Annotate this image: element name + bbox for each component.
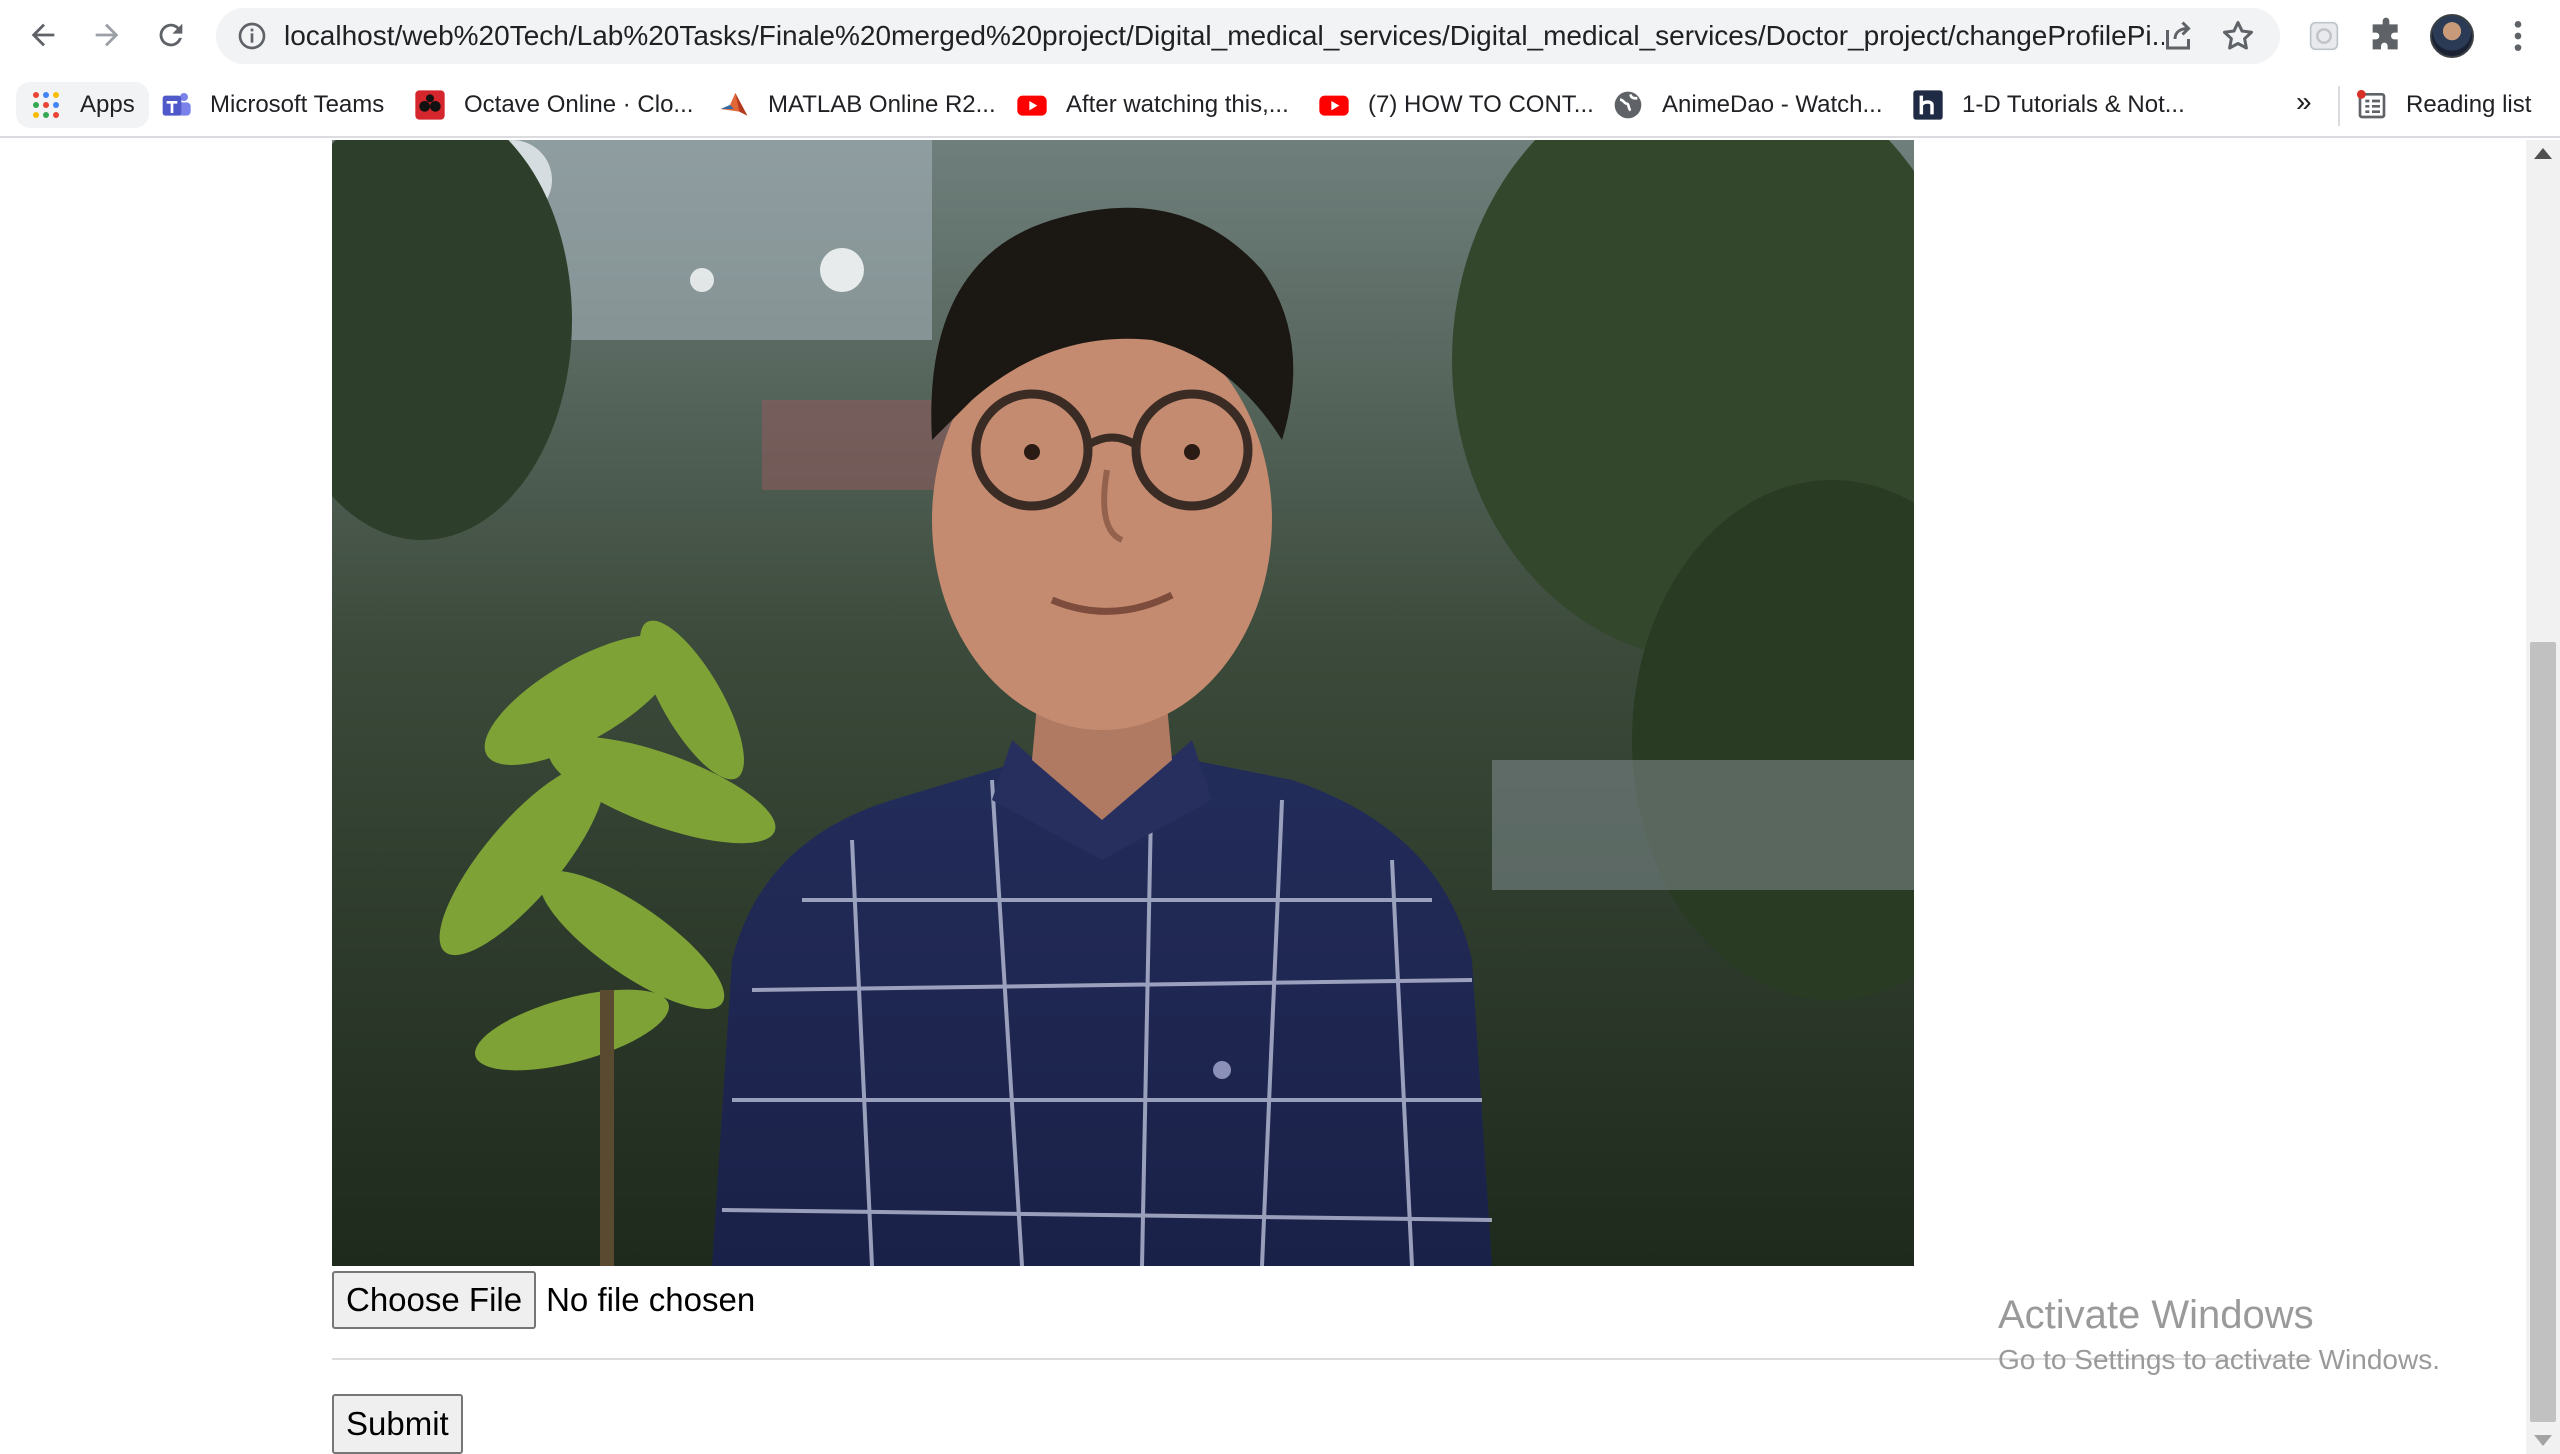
reading-list-icon (2356, 89, 2388, 121)
bookmark-animedao[interactable]: AnimeDao - Watch... (1612, 82, 1883, 128)
watermark-title: Activate Windows (1998, 1293, 2314, 1337)
h-icon (1912, 89, 1944, 121)
address-bar[interactable]: localhost/web%20Tech/Lab%20Tasks/Finale%… (216, 8, 2280, 64)
scrollbar-thumb[interactable] (2530, 642, 2556, 1422)
youtube-icon (1016, 89, 1048, 121)
bookmark-label: After watching this,... (1066, 91, 1289, 118)
browser-toolbar: localhost/web%20Tech/Lab%20Tasks/Finale%… (0, 0, 2560, 74)
file-status-text: No file chosen (546, 1281, 756, 1318)
bookmark-youtube-after-watching[interactable]: After watching this,... (1016, 82, 1289, 128)
vertical-scrollbar[interactable] (2526, 140, 2560, 1454)
bookmark-label: Apps (80, 91, 135, 118)
arrow-left-icon (31, 23, 55, 47)
page-viewport: Choose File No file chosen Submit Activa… (0, 140, 2560, 1454)
reading-list-label: Reading list (2406, 91, 2532, 118)
url-text[interactable]: localhost/web%20Tech/Lab%20Tasks/Finale%… (284, 8, 2164, 64)
share-icon[interactable] (2160, 18, 2196, 54)
profile-avatar[interactable] (2430, 14, 2474, 58)
choose-file-button[interactable]: Choose File (332, 1271, 537, 1329)
arrow-right-icon (95, 23, 119, 47)
bookmark-1d-tutorials[interactable]: 1-D Tutorials & Not... (1912, 82, 2185, 128)
reading-list-button[interactable]: Reading list (2356, 82, 2531, 128)
bookmark-label: Octave Online · Clo... (464, 91, 694, 118)
bookmark-youtube-how-to[interactable]: (7) HOW TO CONT... (1318, 82, 1594, 128)
profile-photo-image (332, 140, 1914, 1266)
octave-icon (414, 89, 446, 121)
file-input-row: Choose File No file chosen (332, 1270, 755, 1330)
bookmark-microsoft-teams[interactable]: Microsoft Teams (160, 82, 384, 128)
bookmark-octave-online[interactable]: Octave Online · Clo... (414, 82, 693, 128)
bookmark-label: Microsoft Teams (210, 91, 385, 118)
scroll-down-arrow-icon[interactable] (2534, 1435, 2552, 1446)
bookmark-matlab-online[interactable]: MATLAB Online R2... (718, 82, 996, 128)
profile-picture (332, 140, 1914, 1266)
watermark-subtitle: Go to Settings to activate Windows. (1998, 1344, 2440, 1375)
bookmarks-overflow-button[interactable]: » (2296, 86, 2312, 118)
bookmark-label: MATLAB Online R2... (768, 91, 996, 118)
forward-button[interactable] (82, 10, 132, 60)
bookmarks-divider (2338, 86, 2340, 126)
back-button[interactable] (18, 10, 68, 60)
extension-icon[interactable] (2304, 16, 2344, 56)
bookmark-star-icon[interactable] (2220, 18, 2256, 54)
bookmark-apps[interactable]: Apps (16, 82, 149, 128)
apps-grid-icon (30, 89, 62, 121)
bookmark-label: (7) HOW TO CONT... (1368, 91, 1594, 118)
youtube-icon (1318, 89, 1350, 121)
bookmarks-bar: Apps Microsoft Teams Octave Online · Clo… (0, 74, 2560, 138)
kebab-menu-icon[interactable] (2498, 16, 2538, 56)
submit-button[interactable]: Submit (332, 1394, 463, 1454)
reload-button[interactable] (146, 10, 196, 60)
info-icon[interactable] (236, 20, 268, 52)
puzzle-extensions-icon[interactable] (2366, 16, 2406, 56)
reload-icon (159, 23, 183, 47)
bookmark-label: AnimeDao - Watch... (1662, 91, 1883, 118)
scroll-up-arrow-icon[interactable] (2534, 148, 2552, 159)
bookmark-label: 1-D Tutorials & Not... (1962, 91, 2185, 118)
globe-icon (1612, 89, 1644, 121)
activate-windows-watermark: Activate Windows Go to Settings to activ… (1998, 1290, 2440, 1380)
matlab-icon (718, 89, 750, 121)
teams-icon (160, 89, 192, 121)
